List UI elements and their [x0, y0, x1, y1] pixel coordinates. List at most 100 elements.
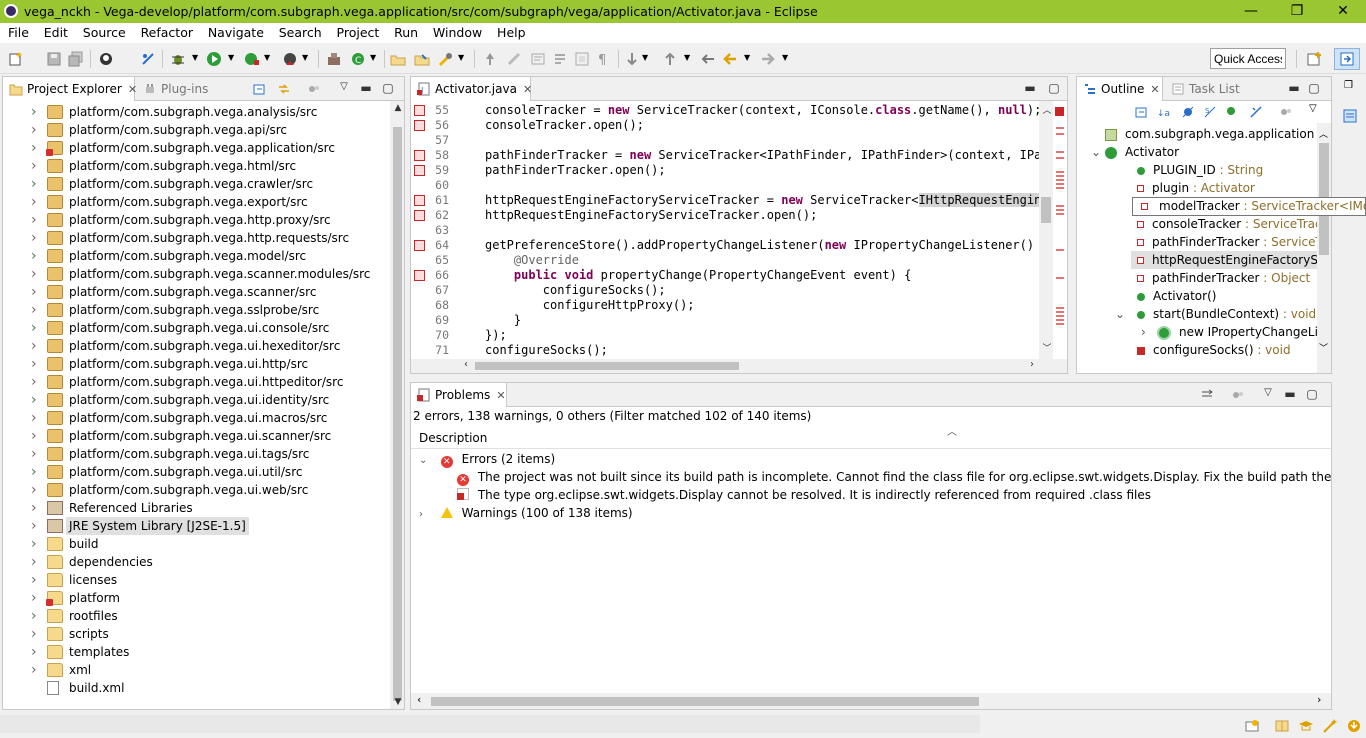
chevron-right-icon[interactable]: › [31, 625, 37, 643]
chevron-right-icon[interactable]: › [31, 337, 37, 355]
forward-dropdown-icon[interactable]: ▼ [782, 53, 798, 69]
outline-item[interactable]: com.subgraph.vega.application [1105, 125, 1317, 143]
scroll-left-icon[interactable]: ‹ [417, 693, 421, 706]
scroll-left-icon[interactable]: ‹ [459, 359, 473, 370]
tree-item[interactable]: › platform/com.subgraph.vega.analysis/src [3, 103, 373, 121]
scrollbar-thumb[interactable] [475, 362, 739, 370]
menu-refactor[interactable]: Refactor [141, 23, 193, 40]
view-dropdown-icon[interactable]: ▽ [1261, 387, 1275, 398]
chevron-right-icon[interactable]: › [31, 157, 37, 175]
hide-local-types-icon[interactable] [1249, 105, 1263, 119]
chevron-right-icon[interactable]: › [31, 175, 37, 193]
maximize-view-icon[interactable]: ▢ [1305, 387, 1319, 401]
menu-file[interactable]: File [8, 23, 29, 40]
tab-task-list[interactable]: Task List [1165, 77, 1248, 101]
scrollbar-thumb[interactable] [1041, 197, 1051, 223]
outline-item[interactable]: pathFinderTracker : ServiceTracker<IPath… [1137, 233, 1317, 251]
tree-item[interactable]: › platform/com.subgraph.vega.scanner/src [3, 283, 373, 301]
editor-hscrollbar[interactable]: ‹ › [411, 359, 1067, 373]
toggle-breadcrumb-icon[interactable] [506, 51, 522, 67]
code-line[interactable]: 70}); [411, 328, 1039, 343]
tree-item[interactable]: › xml [3, 661, 373, 679]
show-source-icon[interactable]: ¶ [596, 51, 612, 67]
back-icon[interactable] [722, 51, 738, 67]
outline-item[interactable]: PLUGIN_ID : String [1137, 161, 1317, 179]
open-type-icon[interactable] [390, 51, 406, 67]
toggle-mark-occurrences-icon[interactable] [482, 51, 498, 67]
tree-item[interactable]: › templates [3, 643, 373, 661]
chevron-right-icon[interactable]: › [31, 643, 37, 661]
chevron-down-icon[interactable]: ⌄ [1091, 143, 1101, 161]
minimize-view-icon[interactable]: ▬ [1287, 81, 1301, 95]
focus-on-active-task-icon[interactable] [1201, 388, 1215, 402]
tree-item[interactable]: › platform/com.subgraph.vega.crawler/src [3, 175, 373, 193]
chevron-right-icon[interactable]: › [1141, 323, 1146, 341]
view-dropdown-icon[interactable]: ▽ [1309, 103, 1317, 114]
chevron-right-icon[interactable]: › [31, 373, 37, 391]
outline-scrollbar[interactable]: ︿ ﹀ [1317, 123, 1331, 373]
chevron-right-icon[interactable]: › [31, 517, 37, 535]
save-all-icon[interactable] [68, 51, 84, 67]
close-tab-icon[interactable]: ✕ [523, 83, 532, 96]
tab-plug-ins[interactable]: Plug-ins [137, 77, 216, 101]
minimize-view-icon[interactable]: ▬ [1283, 387, 1297, 401]
outline-item[interactable]: plugin : Activator [1137, 179, 1317, 197]
sort-icon[interactable]: ↓a [1157, 105, 1173, 119]
maximize-view-icon[interactable]: ▢ [381, 81, 395, 95]
code-line[interactable]: 71 configureSocks(); [411, 343, 1039, 358]
code-editor[interactable]: 55 consoleTracker = new ServiceTracker(co… [411, 101, 1067, 359]
forward-icon[interactable] [760, 51, 776, 67]
coverage-dropdown-icon[interactable]: ▼ [302, 53, 318, 69]
scroll-down-icon[interactable]: ▼ [391, 697, 405, 707]
scroll-down-icon[interactable]: ﹀ [1319, 341, 1328, 354]
code-line[interactable]: 69 } [411, 313, 1039, 328]
chevron-right-icon[interactable]: › [31, 499, 37, 517]
chevron-right-icon[interactable]: › [31, 409, 37, 427]
maximize-editor-icon[interactable]: ▢ [1047, 81, 1061, 95]
show-whitespace-icon[interactable] [552, 51, 568, 67]
collapse-all-icon[interactable] [1135, 105, 1149, 119]
coverage-icon[interactable] [282, 51, 298, 67]
hide-static-icon[interactable]: S [1203, 105, 1217, 119]
task-icon[interactable] [1244, 718, 1260, 734]
tree-item[interactable]: › licenses [3, 571, 373, 589]
description-column[interactable]: Description [419, 431, 487, 445]
chevron-right-icon[interactable]: › [31, 571, 37, 589]
tree-item[interactable]: › platform/com.subgraph.vega.api/src [3, 121, 373, 139]
chevron-right-icon[interactable]: › [31, 535, 37, 553]
tree-item[interactable]: › platform [3, 589, 373, 607]
hide-non-public-icon[interactable] [1227, 107, 1235, 115]
view-menu-icon[interactable] [1279, 105, 1293, 119]
minimized-view-icon[interactable] [1342, 108, 1358, 124]
error-row[interactable]: ✕ The project was not built since its bu… [457, 468, 1331, 486]
next-annotation-dropdown-icon[interactable]: ▼ [642, 53, 658, 69]
error-marker-icon[interactable] [414, 240, 425, 251]
chevron-right-icon[interactable]: › [31, 463, 37, 481]
outline-item[interactable]: configureSocks() : void [1137, 341, 1317, 359]
warnings-group[interactable]: › Warnings (100 of 138 items) [419, 504, 633, 522]
tab-problems[interactable]: Problems ✕ [411, 383, 507, 407]
tree-item[interactable]: › platform/com.subgraph.vega.model/src [3, 247, 373, 265]
menu-source[interactable]: Source [83, 23, 126, 40]
minimize-button[interactable]: — [1228, 0, 1274, 23]
column-header[interactable]: Description ︿ [411, 427, 1331, 449]
open-task-icon[interactable] [414, 51, 430, 67]
tree-item[interactable]: › platform/com.subgraph.vega.ui.tags/src [3, 445, 373, 463]
project-explorer-scrollbar[interactable]: ▲ ▼ [390, 101, 404, 709]
chevron-right-icon[interactable]: › [31, 427, 37, 445]
outline-item[interactable]: › new IPropertyChangeListener() {...} [1141, 323, 1317, 341]
scroll-up-icon[interactable]: ︿ [1040, 103, 1054, 116]
tree-item[interactable]: › Referenced Libraries [3, 499, 373, 517]
tree-item[interactable]: › platform/com.subgraph.vega.ui.util/src [3, 463, 373, 481]
chevron-right-icon[interactable]: › [31, 103, 37, 121]
tree-item[interactable]: › platform/com.subgraph.vega.application/… [3, 139, 373, 157]
chevron-right-icon[interactable]: › [31, 481, 37, 499]
chevron-right-icon[interactable]: › [31, 355, 37, 373]
debug-icon[interactable] [170, 51, 186, 67]
tree-item[interactable]: › platform/com.subgraph.vega.ui.http/src [3, 355, 373, 373]
book-icon[interactable] [1274, 718, 1290, 734]
editor-scrollbar[interactable]: ︿ ﹀ [1039, 101, 1053, 359]
scroll-up-icon[interactable]: ▲ [391, 103, 405, 113]
tree-item[interactable]: › platform/com.subgraph.vega.ui.httpedito… [3, 373, 373, 391]
error-marker-icon[interactable] [414, 165, 425, 176]
